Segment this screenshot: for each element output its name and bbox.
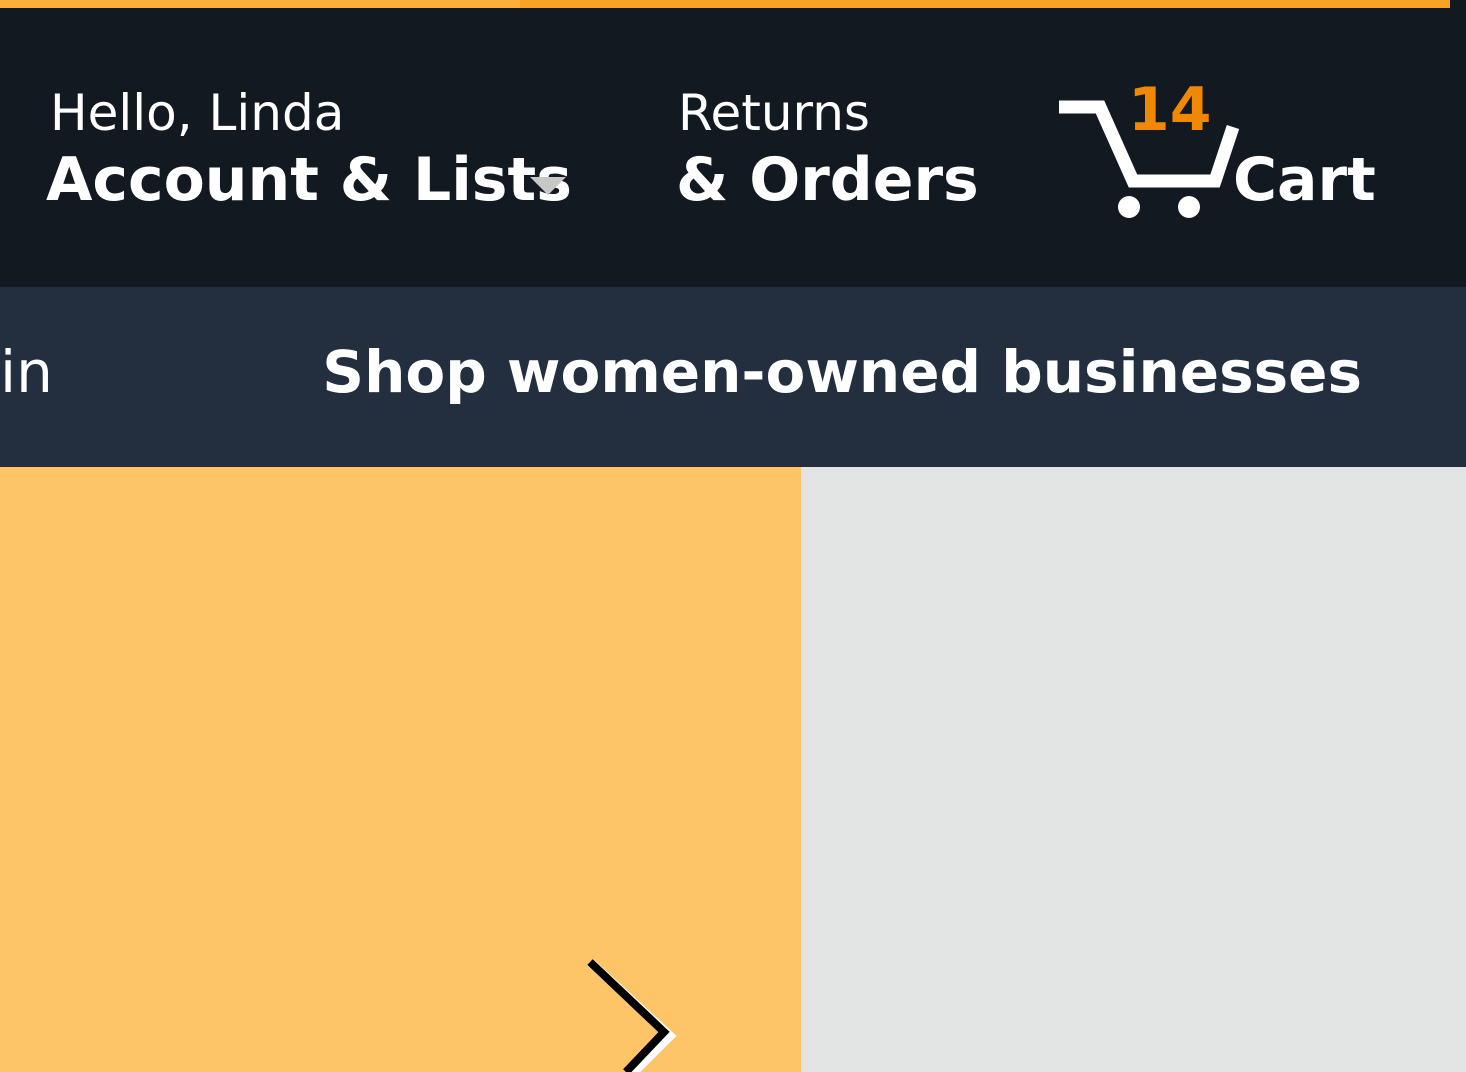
- caret-down-icon: [530, 177, 566, 195]
- nav-belt: Hello, Linda Account & Lists Returns & O…: [0, 11, 1466, 287]
- returns-label: Returns: [678, 84, 870, 142]
- top-accent-bar: [0, 0, 1466, 11]
- chevron-right-icon: [586, 958, 677, 1072]
- account-lists-button[interactable]: Hello, Linda Account & Lists: [46, 81, 586, 221]
- cart-label: Cart: [1233, 145, 1376, 215]
- amazon-page: Hello, Linda Account & Lists Returns & O…: [0, 0, 1466, 1072]
- account-lists-label: Account & Lists: [46, 145, 572, 215]
- hero-side-panel: [801, 467, 1466, 1072]
- account-greeting: Hello, Linda: [50, 84, 345, 142]
- cart-button[interactable]: 14 Cart: [1055, 71, 1385, 231]
- carousel-next-button[interactable]: [578, 948, 688, 1072]
- sub-nav-bar: in Shop women-owned businesses: [0, 287, 1466, 467]
- shop-women-owned-link[interactable]: Shop women-owned businesses: [322, 337, 1362, 407]
- subnav-item-partial[interactable]: in: [0, 337, 53, 407]
- orders-label: & Orders: [676, 145, 979, 215]
- returns-orders-button[interactable]: Returns & Orders: [676, 81, 979, 221]
- cart-count: 14: [1128, 75, 1212, 145]
